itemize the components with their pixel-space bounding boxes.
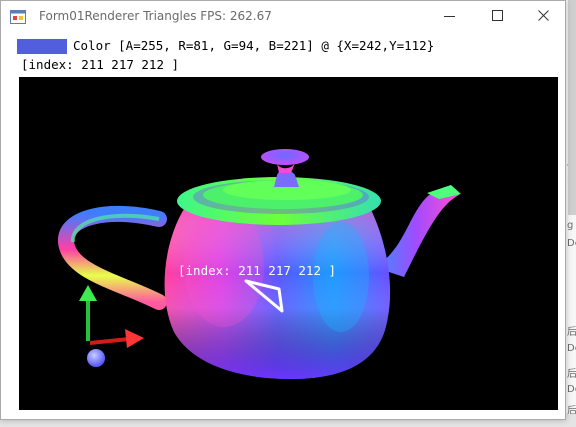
bg-glyph: De — [567, 384, 576, 395]
bg-glyph: 后 — [567, 327, 576, 338]
triangle-index-overlay: [index: 211 217 212 ] — [178, 263, 337, 278]
index-info-label: [index: 211 217 212 ] — [21, 57, 180, 72]
bg-glyph: De — [567, 343, 576, 354]
background-scrollbar[interactable] — [568, 0, 576, 215]
title-bar[interactable]: Form01Renderer Triangles FPS: 262.67 — [1, 1, 565, 31]
bg-glyph: De — [567, 238, 576, 249]
teapot-lid — [177, 149, 381, 225]
teapot-handle — [58, 206, 167, 310]
minimize-button[interactable] — [427, 1, 473, 31]
maximize-button[interactable] — [475, 1, 521, 31]
color-info-label: Color [A=255, R=81, G=94, B=221] @ {X=24… — [73, 38, 435, 53]
client-area: Color [A=255, R=81, G=94, B=221] @ {X=24… — [9, 31, 559, 413]
close-icon — [538, 10, 549, 21]
color-swatch — [17, 39, 67, 54]
teapot-body — [164, 202, 391, 379]
maximize-icon — [492, 10, 503, 21]
close-button[interactable] — [521, 1, 567, 31]
window-title: Form01Renderer Triangles FPS: 262.67 — [39, 9, 272, 23]
app-icon — [10, 10, 26, 24]
renderer-window: Form01Renderer Triangles FPS: 262.67 Col… — [0, 0, 566, 420]
minimize-icon — [444, 16, 455, 17]
bg-glyph: g — [567, 220, 574, 231]
render-canvas[interactable]: [index: 211 217 212 ] — [19, 77, 558, 410]
bg-glyph: 后 — [567, 369, 576, 380]
teapot-scene — [58, 149, 461, 379]
